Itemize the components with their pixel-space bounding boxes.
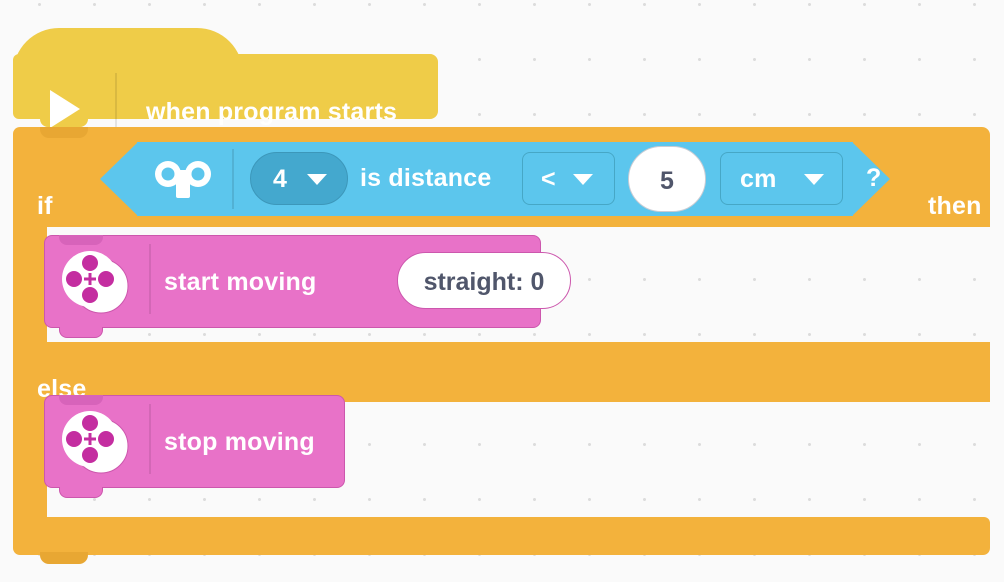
if-block-else-spine (13, 402, 47, 519)
distance-threshold-input[interactable]: 5 (628, 146, 706, 212)
if-block-bottom-notch (40, 552, 88, 564)
movement-icon (59, 406, 131, 478)
stop-moving-top-notch (59, 395, 103, 405)
condition-divider (232, 149, 234, 209)
is-distance-label: is distance (360, 164, 492, 192)
condition-left-point (100, 142, 138, 216)
sensor-port-value: 4 (273, 165, 288, 193)
stop-moving-bottom-notch (59, 487, 103, 498)
hat-block-label: when program starts (146, 98, 398, 126)
if-block-top-notch (40, 127, 88, 138)
hat-block-when-program-starts[interactable]: when program starts (13, 28, 438, 128)
chevron-down-icon (804, 174, 824, 185)
stop-moving-divider (149, 404, 151, 474)
start-moving-bottom-notch (59, 327, 103, 338)
play-triangle-icon (50, 90, 80, 128)
stop-moving-label: stop moving (164, 428, 315, 456)
comparison-operator-value: < (541, 165, 556, 193)
program-canvas[interactable]: when program starts if then else 4 is di… (0, 0, 1004, 582)
start-moving-block[interactable]: start moving straight: 0 (44, 235, 571, 338)
sensor-port-dropdown[interactable]: 4 (250, 152, 348, 205)
if-keyword-label: if (37, 192, 53, 220)
start-moving-divider (149, 244, 151, 314)
start-moving-label: start moving (164, 268, 317, 296)
start-moving-direction-value: straight: 0 (423, 268, 545, 296)
chevron-down-icon (573, 174, 593, 185)
then-keyword-label: then (928, 192, 982, 220)
if-block-footer-bar (13, 517, 990, 555)
hat-block-divider (115, 73, 117, 127)
movement-icon (59, 246, 131, 318)
distance-condition-block[interactable]: 4 is distance < 5 cm ? (100, 142, 890, 216)
stop-moving-block[interactable]: stop moving (44, 395, 345, 498)
condition-question-mark: ? (866, 164, 882, 192)
distance-unit-dropdown[interactable]: cm (720, 152, 843, 205)
start-moving-top-notch (59, 235, 103, 245)
distance-sensor-icon (152, 156, 214, 202)
comparison-operator-dropdown[interactable]: < (522, 152, 615, 205)
start-moving-direction-input[interactable]: straight: 0 (397, 252, 571, 309)
distance-unit-value: cm (740, 165, 777, 193)
distance-threshold-value: 5 (660, 167, 674, 195)
chevron-down-icon (307, 174, 327, 185)
if-block-then-spine (13, 227, 47, 344)
